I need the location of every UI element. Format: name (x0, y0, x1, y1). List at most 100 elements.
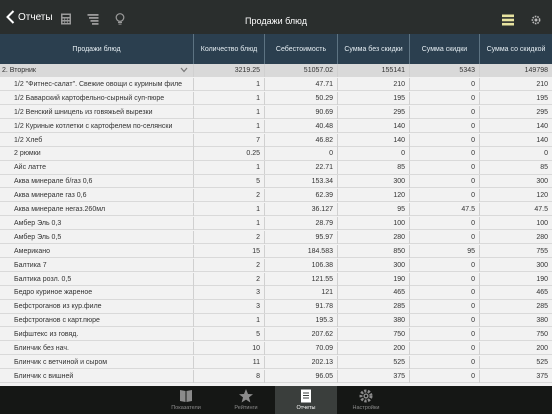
document-icon (301, 389, 311, 403)
column-header-discount[interactable]: Сумма скидки (409, 34, 479, 64)
dish-gross: 750 (337, 328, 409, 342)
column-header-gross[interactable]: Сумма без скидки (337, 34, 409, 64)
dish-qty: 1 (193, 77, 264, 91)
dish-name: Бедро куриное жареное (14, 289, 93, 297)
dish-net: 140 (479, 119, 552, 133)
list-view-icon[interactable] (502, 14, 514, 26)
dish-cost: 195.3 (264, 314, 337, 328)
dish-discount: 0 (409, 369, 479, 383)
dish-discount: 0 (409, 328, 479, 342)
table-row[interactable]: Блинчик с ветчиной и сыром 11 202.13 525 0 52… (0, 355, 552, 370)
settings-gear-icon[interactable] (530, 14, 542, 26)
table-row[interactable]: Бифштекс из говяд. 5 207.62 750 0 750 (0, 328, 552, 342)
table-row[interactable]: Амбер Эль 0,3 1 28.79 100 0 100 (0, 216, 552, 231)
top-nav-bar: Отчеты Продажи блюд (0, 0, 552, 34)
table-row[interactable]: Аква минерале негаз.260мл 1 36.127 95 47.5 47… (0, 203, 552, 217)
dish-name: Бефстроганов из кур.филе (14, 303, 102, 311)
dish-cost: 47.71 (264, 77, 337, 91)
tab-settings[interactable]: Настройки (335, 386, 397, 414)
group-row[interactable]: 2. Вторник 3219.25 51057.02 155141 5343 … (0, 64, 552, 78)
dish-gross: 0 (337, 147, 409, 161)
dish-discount: 0 (409, 300, 479, 314)
dish-cost: 153.34 (264, 175, 337, 189)
table-row[interactable]: 1/2 Баварский картофельно-сырный суп-пюр… (0, 91, 552, 106)
table-row[interactable]: 2 рюмки 0.25 0 0 0 0 (0, 147, 552, 161)
dish-name: Блинчик с ветчиной и сыром (14, 358, 108, 366)
table-row[interactable]: 1/2 "Фитнес-салат". Свежие овощи с курин… (0, 77, 552, 92)
dish-cost: 121.55 (264, 272, 337, 286)
dish-discount: 0 (409, 91, 479, 105)
group-cost: 51057.02 (264, 64, 337, 77)
table-row[interactable]: Блинчик с вишней 8 96.05 375 0 375 (0, 369, 552, 384)
dish-qty: 11 (193, 355, 264, 369)
dish-cost: 202.13 (264, 355, 337, 369)
dish-net: 300 (479, 258, 552, 272)
dish-net: 190 (479, 272, 552, 286)
dish-net: 295 (479, 105, 552, 119)
dish-cost: 90.69 (264, 105, 337, 119)
dish-cost: 0 (264, 147, 337, 161)
dish-gross: 465 (337, 286, 409, 300)
table-row[interactable]: Аква минерале газ 0,6 2 62.39 120 0 120 (0, 189, 552, 203)
dish-qty: 1 (193, 161, 264, 175)
table-row[interactable]: Аква минерале б/газ 0,6 5 153.34 300 0 300 (0, 175, 552, 189)
dish-net: 375 (479, 369, 552, 383)
table-row[interactable]: 1/2 Хлеб 7 46.82 140 0 140 (0, 133, 552, 147)
table-row[interactable]: 1/2 Венский шницель из говяжьей вырезки 1… (0, 105, 552, 119)
dish-qty: 8 (193, 369, 264, 383)
dish-name: Бефстроганов с карт.пюре (14, 317, 100, 325)
dish-cost: 50.29 (264, 91, 337, 105)
dish-name: Айс латте (14, 164, 47, 172)
dish-qty: 2 (193, 230, 264, 244)
dish-discount: 0 (409, 314, 479, 328)
dish-gross: 380 (337, 314, 409, 328)
dish-net: 280 (479, 230, 552, 244)
tab-indicators[interactable]: Показатели (155, 386, 217, 414)
tab-label: Показатели (171, 405, 201, 411)
table-row[interactable]: Балтика розл. 0,5 2 121.55 190 0 190 (0, 272, 552, 286)
dish-name: 1/2 Хлеб (14, 136, 43, 144)
dish-name: Балтика розл. 0,5 (14, 275, 72, 283)
table-row[interactable]: Бефстроганов с карт.пюре 1 195.3 380 0 380 (0, 314, 552, 328)
dish-discount: 0 (409, 230, 479, 244)
chevron-down-icon[interactable] (180, 67, 188, 73)
table-row[interactable]: Блинчик без нач. 10 70.09 200 0 200 (0, 342, 552, 356)
table-row[interactable]: Бедро куриное жареное 3 121 465 0 465 (0, 286, 552, 300)
dish-cost: 91.78 (264, 300, 337, 314)
group-name: 2. Вторник (2, 67, 36, 74)
dish-cost: 62.39 (264, 189, 337, 203)
dish-net: 525 (479, 355, 552, 369)
dish-net: 85 (479, 161, 552, 175)
dish-net: 195 (479, 91, 552, 105)
tab-bar: Показатели Рейтинги Отчеты Настройки (0, 386, 552, 414)
table-row[interactable]: Балтика 7 2 106.38 300 0 300 (0, 258, 552, 272)
table-header: Продажи блюд Количество блюд Себестоимос… (0, 34, 552, 64)
table-row[interactable]: Амбер Эль 0,5 2 95.97 280 0 280 (0, 230, 552, 245)
report-table[interactable]: 2. Вторник 3219.25 51057.02 155141 5343 … (0, 64, 552, 386)
column-header-net[interactable]: Сумма со скидкой (479, 34, 552, 64)
dish-name: 1/2 "Фитнес-салат". Свежие овощи с курин… (14, 80, 183, 88)
tab-reports[interactable]: Отчеты (275, 386, 337, 414)
dish-net: 120 (479, 189, 552, 203)
dish-gross: 140 (337, 133, 409, 147)
table-row[interactable]: Американо 15 184.583 850 95 755 (0, 244, 552, 258)
tab-label: Настройки (352, 405, 380, 411)
dish-discount: 0 (409, 133, 479, 147)
column-header-cost[interactable]: Себестоимость (264, 34, 337, 64)
dish-qty: 7 (193, 133, 264, 147)
tab-ratings[interactable]: Рейтинги (215, 386, 277, 414)
table-row[interactable]: Айс латте 1 22.71 85 0 85 (0, 161, 552, 175)
column-header-dish[interactable]: Продажи блюд (0, 34, 193, 64)
tab-label: Рейтинги (234, 405, 258, 411)
dish-discount: 47.5 (409, 203, 479, 216)
column-header-qty[interactable]: Количество блюд (193, 34, 264, 64)
dish-net: 47.5 (479, 203, 552, 216)
dish-qty: 15 (193, 244, 264, 258)
dish-discount: 95 (409, 244, 479, 258)
dish-cost: 96.05 (264, 369, 337, 383)
table-row[interactable]: 1/2 Куриные котлетки с картофелем по-сел… (0, 119, 552, 133)
dish-gross: 120 (337, 189, 409, 203)
dish-gross: 300 (337, 258, 409, 272)
dish-name: Аква минерале газ 0,6 (14, 192, 87, 200)
table-row[interactable]: Бефстроганов из кур.филе 3 91.78 285 0 285 (0, 300, 552, 314)
